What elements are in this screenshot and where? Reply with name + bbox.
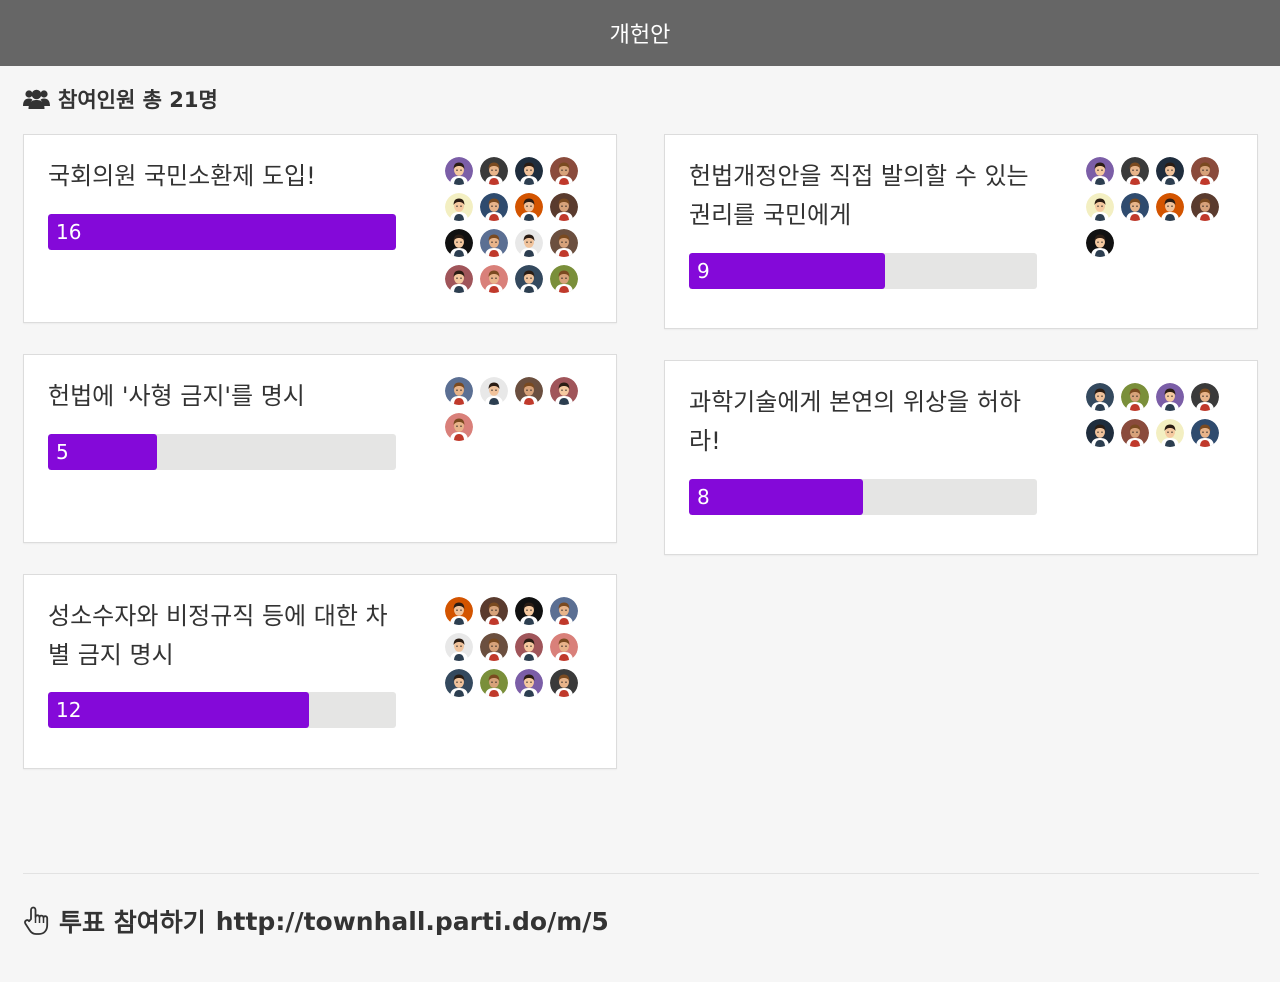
- voter-avatar: [550, 377, 578, 405]
- voter-avatar: [1086, 419, 1114, 447]
- proposal-title: 과학기술에게 본연의 위상을 허하라!: [689, 388, 1022, 455]
- vote-progress-bar: 5: [48, 434, 396, 470]
- voter-avatar: [1086, 193, 1114, 221]
- voter-avatar: [445, 597, 473, 625]
- proposal-card[interactable]: 과학기술에게 본연의 위상을 허하라! 8: [664, 360, 1258, 555]
- voter-avatar: [515, 229, 543, 257]
- voter-avatar: [515, 633, 543, 661]
- voter-avatar: [445, 193, 473, 221]
- vote-progress-bar: 16: [48, 214, 396, 250]
- proposal-title: 헌법개정안을 직접 발의할 수 있는 권리를 국민에게: [689, 162, 1029, 229]
- voter-avatar: [1086, 157, 1114, 185]
- header-bar: 개헌안: [0, 0, 1280, 66]
- voter-avatar: [445, 229, 473, 257]
- voter-avatar: [550, 633, 578, 661]
- vote-progress-bar: 8: [689, 479, 1037, 515]
- vote-link-url[interactable]: http://townhall.parti.do/m/5: [216, 907, 609, 936]
- voter-avatar: [480, 265, 508, 293]
- vote-progress-bar: 9: [689, 253, 1037, 289]
- voter-avatars: [1086, 157, 1226, 257]
- voter-avatar: [1156, 383, 1184, 411]
- vote-count: 8: [697, 485, 710, 509]
- voter-avatar: [515, 597, 543, 625]
- proposal-title: 헌법에 '사형 금지'를 명시: [48, 382, 305, 410]
- voter-avatar: [515, 193, 543, 221]
- proposal-title: 국회의원 국민소환제 도입!: [48, 162, 316, 190]
- voter-avatar: [480, 633, 508, 661]
- voter-avatar: [445, 265, 473, 293]
- vote-count: 12: [56, 698, 82, 722]
- voter-avatars: [1086, 383, 1226, 447]
- voter-avatar: [480, 229, 508, 257]
- voter-avatar: [1191, 157, 1219, 185]
- voter-avatar: [1156, 193, 1184, 221]
- voter-avatar: [1086, 383, 1114, 411]
- voter-avatar: [480, 157, 508, 185]
- voter-avatar: [515, 265, 543, 293]
- footer-divider: [23, 873, 1259, 874]
- voter-avatar: [515, 377, 543, 405]
- participants-summary: 참여인원 총 21명: [23, 86, 218, 112]
- vote-count: 5: [56, 440, 69, 464]
- voter-avatar: [1121, 193, 1149, 221]
- page-title: 개헌안: [609, 23, 671, 48]
- vote-progress-fill: [48, 692, 309, 728]
- proposal-card[interactable]: 헌법개정안을 직접 발의할 수 있는 권리를 국민에게 9: [664, 134, 1258, 329]
- vote-progress-fill: [689, 253, 885, 289]
- voter-avatar: [515, 669, 543, 697]
- proposal-title: 성소수자와 비정규직 등에 대한 차별 금지 명시: [48, 602, 388, 669]
- vote-count: 9: [697, 259, 710, 283]
- voter-avatars: [445, 597, 585, 697]
- voter-avatars: [445, 377, 585, 441]
- voter-avatar: [1086, 229, 1114, 257]
- voter-avatar: [445, 377, 473, 405]
- voter-avatar: [1191, 383, 1219, 411]
- voter-avatar: [1191, 419, 1219, 447]
- voter-avatar: [1191, 193, 1219, 221]
- voter-avatar: [1121, 157, 1149, 185]
- voter-avatar: [550, 193, 578, 221]
- voter-avatar: [445, 669, 473, 697]
- voter-avatar: [480, 193, 508, 221]
- participants-count-label: 참여인원 총 21명: [58, 88, 218, 112]
- voter-avatar: [445, 413, 473, 441]
- voter-avatar: [1156, 419, 1184, 447]
- vote-link-label: 투표 참여하기: [59, 908, 206, 937]
- voter-avatar: [480, 597, 508, 625]
- voter-avatar: [515, 157, 543, 185]
- hand-pointer-icon: [24, 906, 49, 935]
- voter-avatar: [550, 157, 578, 185]
- voter-avatar: [480, 669, 508, 697]
- users-icon: [23, 89, 50, 109]
- voter-avatar: [1156, 157, 1184, 185]
- voter-avatar: [445, 157, 473, 185]
- voter-avatar: [445, 633, 473, 661]
- voter-avatar: [1121, 419, 1149, 447]
- proposal-card[interactable]: 국회의원 국민소환제 도입! 16: [23, 134, 617, 323]
- voter-avatars: [445, 157, 585, 293]
- vote-link-footer[interactable]: 투표 참여하기 http://townhall.parti.do/m/5: [23, 904, 609, 938]
- proposal-card[interactable]: 성소수자와 비정규직 등에 대한 차별 금지 명시 12: [23, 574, 617, 769]
- voter-avatar: [550, 669, 578, 697]
- vote-progress-fill: [689, 479, 863, 515]
- proposal-card[interactable]: 헌법에 '사형 금지'를 명시 5: [23, 354, 617, 543]
- voter-avatar: [550, 265, 578, 293]
- vote-count: 16: [56, 220, 82, 244]
- voter-avatar: [550, 229, 578, 257]
- vote-progress-bar: 12: [48, 692, 396, 728]
- voter-avatar: [1121, 383, 1149, 411]
- voter-avatar: [480, 377, 508, 405]
- voter-avatar: [550, 597, 578, 625]
- vote-progress-fill: [48, 214, 396, 250]
